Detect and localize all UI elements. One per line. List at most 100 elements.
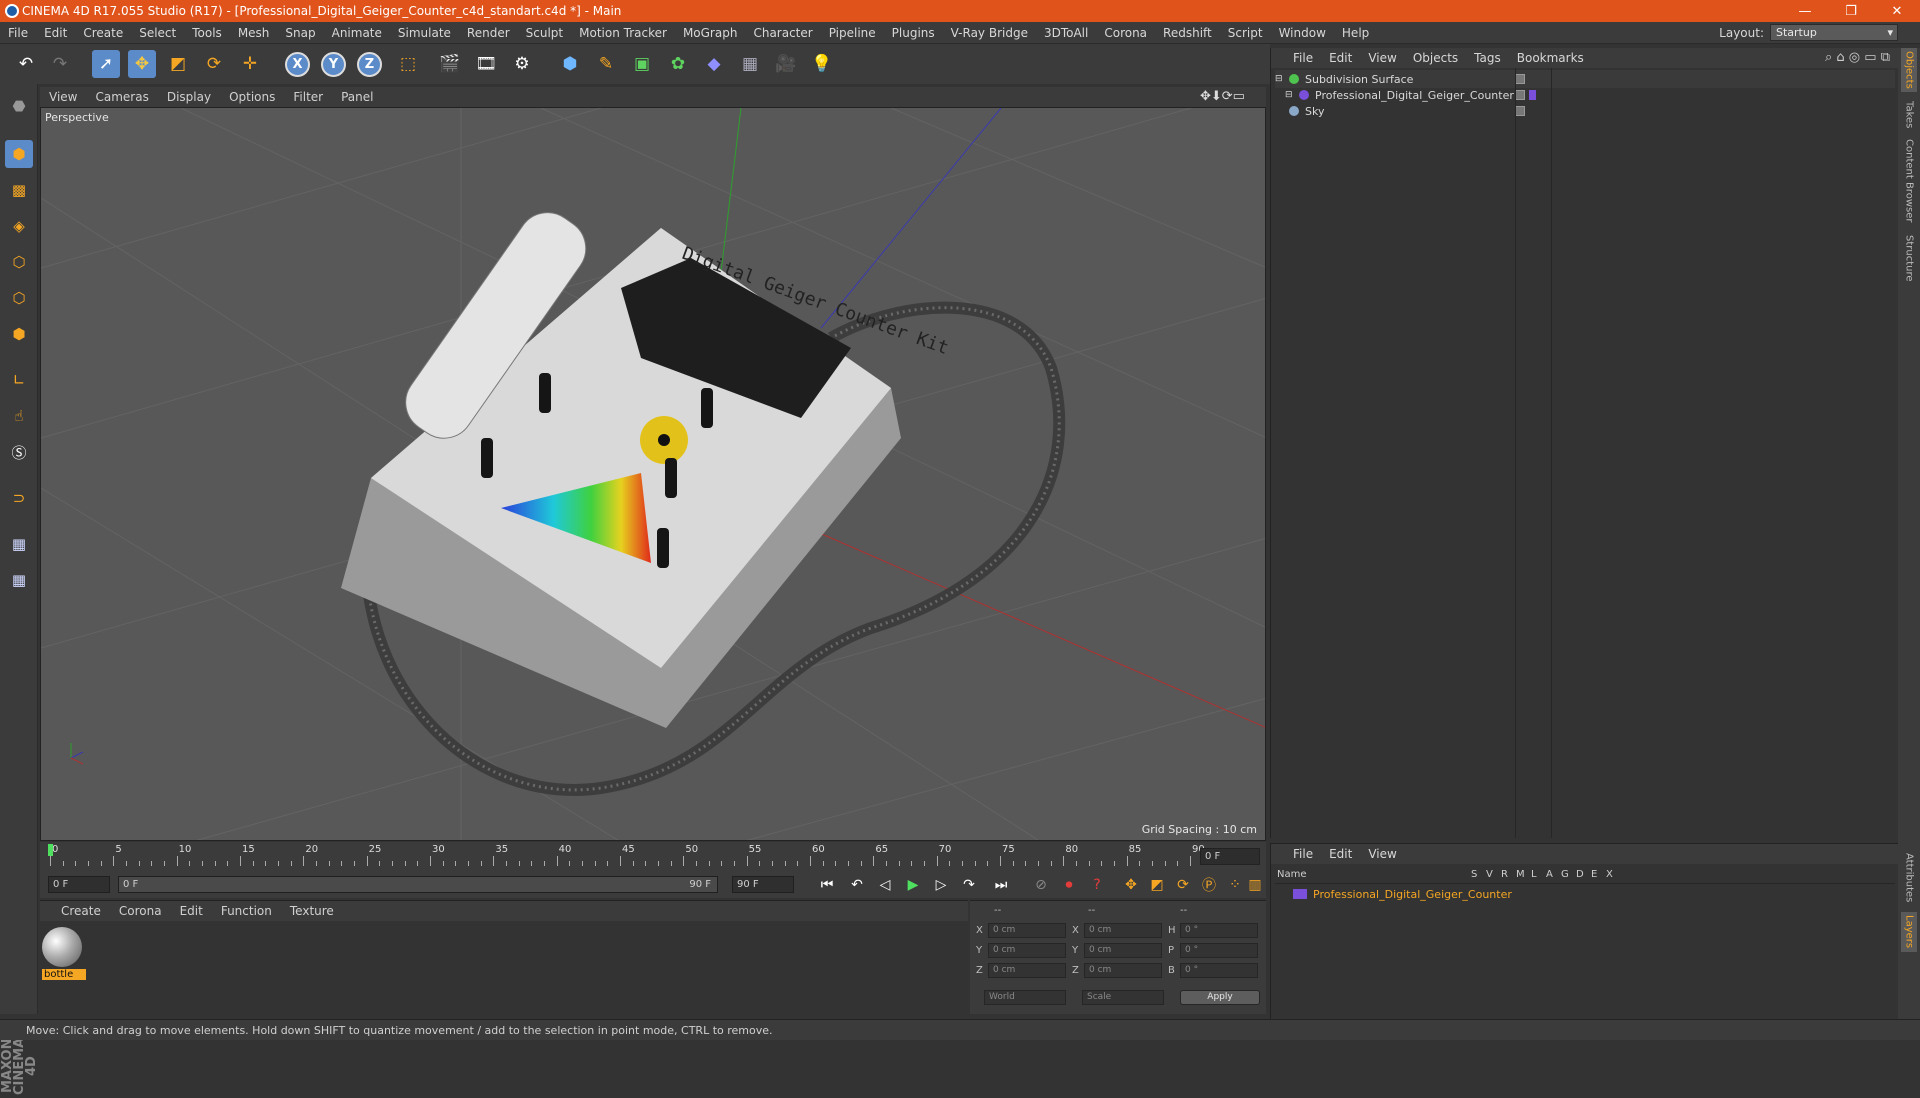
- current-frame-field[interactable]: 0 F: [1200, 848, 1260, 865]
- menu-help[interactable]: Help: [1334, 26, 1377, 40]
- object-menu-view[interactable]: View: [1360, 51, 1404, 65]
- move-tool-icon[interactable]: ✥: [128, 50, 156, 78]
- z-axis-lock-icon[interactable]: Z: [357, 52, 382, 77]
- menu-3dtoall[interactable]: 3DToAll: [1036, 26, 1096, 40]
- viewport-menu-panel[interactable]: Panel: [332, 90, 382, 104]
- menu-v-ray-bridge[interactable]: V-Ray Bridge: [943, 26, 1036, 40]
- workplane-lock-icon[interactable]: ▦: [5, 530, 33, 558]
- material-menu-corona[interactable]: Corona: [110, 904, 171, 918]
- tab-takes[interactable]: Takes: [1901, 98, 1917, 132]
- visibility-dots-icon[interactable]: [1515, 90, 1525, 100]
- object-menu-bookmarks[interactable]: Bookmarks: [1509, 51, 1592, 65]
- undo-icon[interactable]: ↶: [12, 50, 40, 78]
- apply-button[interactable]: Apply: [1180, 990, 1260, 1005]
- tab-structure[interactable]: Structure: [1901, 230, 1917, 286]
- expand-toggle-icon[interactable]: ⊟: [1275, 74, 1287, 84]
- viewport-menu-options[interactable]: Options: [220, 90, 284, 104]
- model-mode-icon[interactable]: ⬢: [5, 140, 33, 168]
- viewport-menu-view[interactable]: View: [40, 90, 86, 104]
- tab-content-browser[interactable]: Content Browser: [1901, 138, 1917, 224]
- menu-pipeline[interactable]: Pipeline: [821, 26, 884, 40]
- menu-corona[interactable]: Corona: [1096, 26, 1155, 40]
- expand-toggle-icon[interactable]: ⊟: [1285, 90, 1297, 100]
- size-z-field[interactable]: 0 cm: [1084, 963, 1162, 978]
- tweak-mode-icon[interactable]: ☝: [5, 402, 33, 430]
- material-menu-texture[interactable]: Texture: [281, 904, 343, 918]
- layout-dropdown[interactable]: Startup: [1770, 24, 1898, 41]
- keyframe-selection-icon[interactable]: ?: [1086, 874, 1108, 896]
- menu-script[interactable]: Script: [1220, 26, 1271, 40]
- rotation-key-icon[interactable]: ⟳: [1172, 874, 1194, 896]
- menu-motion-tracker[interactable]: Motion Tracker: [571, 26, 675, 40]
- edges-mode-icon[interactable]: ⬡: [5, 284, 33, 312]
- pos-x-field[interactable]: 0 cm: [988, 923, 1066, 938]
- make-editable-icon[interactable]: ⬣: [5, 92, 33, 120]
- coordinate-system-icon[interactable]: ⬚: [394, 50, 422, 78]
- menu-sculpt[interactable]: Sculpt: [518, 26, 571, 40]
- layer-color-swatch[interactable]: [1293, 889, 1307, 899]
- record-keys-icon[interactable]: ⊘: [1030, 874, 1052, 896]
- rotate-tool-icon[interactable]: ⟳: [200, 50, 228, 78]
- viewport-navigation-icons[interactable]: ✥⬇⟳▭: [1200, 89, 1245, 104]
- texture-mode-icon[interactable]: ▩: [5, 176, 33, 204]
- go-to-start-icon[interactable]: ⏮: [816, 874, 838, 896]
- object-menu-objects[interactable]: Objects: [1405, 51, 1466, 65]
- menu-mesh[interactable]: Mesh: [230, 26, 278, 40]
- autokey-icon[interactable]: ⏺: [1058, 874, 1080, 896]
- pla-key-icon[interactable]: ⁘: [1224, 874, 1246, 896]
- tab-layers[interactable]: Layers: [1901, 912, 1917, 952]
- rot-h-field[interactable]: 0 °: [1180, 923, 1258, 938]
- menu-mograph[interactable]: MoGraph: [675, 26, 746, 40]
- planar-workplane-icon[interactable]: ▦: [5, 566, 33, 594]
- next-key-icon[interactable]: ↷: [958, 874, 980, 896]
- render-to-picture-viewer-icon[interactable]: 🎞: [472, 50, 500, 78]
- viewport-menu-cameras[interactable]: Cameras: [86, 90, 157, 104]
- menu-render[interactable]: Render: [459, 26, 518, 40]
- frame-ruler[interactable]: 0 5 10 15 20 25 30 35 40 45 50 55 60 65 70 75 80 85 90: [48, 844, 1205, 868]
- start-frame-field[interactable]: 0 F: [48, 876, 110, 893]
- array-generator-icon[interactable]: ✿: [664, 50, 692, 78]
- play-icon[interactable]: ▶: [902, 874, 924, 896]
- preview-range-slider[interactable]: 0 F 90 F: [118, 876, 718, 893]
- timeline-ruler[interactable]: 0 5 10 15 20 25 30 35 40 45 50 55 60 65 70 75 80 85 90 0 F: [40, 842, 1266, 872]
- end-frame-field[interactable]: 90 F: [732, 876, 794, 893]
- material-menu-create[interactable]: Create: [52, 904, 110, 918]
- pen-spline-icon[interactable]: ✎: [592, 50, 620, 78]
- menu-character[interactable]: Character: [745, 26, 820, 40]
- render-view-icon[interactable]: 🎬: [436, 50, 464, 78]
- menu-create[interactable]: Create: [75, 26, 131, 40]
- rot-b-field[interactable]: 0 °: [1180, 963, 1258, 978]
- pos-y-field[interactable]: 0 cm: [988, 943, 1066, 958]
- magnet-icon[interactable]: ⊃: [5, 484, 33, 512]
- menu-edit[interactable]: Edit: [36, 26, 75, 40]
- light-icon[interactable]: 💡: [808, 50, 836, 78]
- menu-window[interactable]: Window: [1271, 26, 1334, 40]
- go-to-end-icon[interactable]: ⏭: [990, 874, 1012, 896]
- polygons-mode-icon[interactable]: ⬢: [5, 320, 33, 348]
- axis-mode-icon[interactable]: ∟: [5, 366, 33, 394]
- next-frame-icon[interactable]: ▷: [930, 874, 952, 896]
- camera-icon[interactable]: 🎥: [772, 50, 800, 78]
- pos-z-field[interactable]: 0 cm: [988, 963, 1066, 978]
- object-manager-search-icon[interactable]: ⌕ ⌂ ◎ ▭ ⧉: [1825, 50, 1890, 65]
- object-row[interactable]: Sky: [1275, 102, 1895, 120]
- parameter-key-icon[interactable]: Ⓟ: [1198, 874, 1220, 896]
- live-selection-icon[interactable]: ➚: [92, 50, 120, 78]
- size-x-field[interactable]: 0 cm: [1084, 923, 1162, 938]
- visibility-dots-icon[interactable]: [1515, 74, 1525, 84]
- previous-frame-icon[interactable]: ◁: [874, 874, 896, 896]
- minimize-button[interactable]: —: [1782, 0, 1828, 22]
- menu-animate[interactable]: Animate: [324, 26, 390, 40]
- workplane-mode-icon[interactable]: ◈: [5, 212, 33, 240]
- visibility-dots-icon[interactable]: [1515, 106, 1525, 116]
- scale-tool-icon[interactable]: ◩: [164, 50, 192, 78]
- object-menu-edit[interactable]: Edit: [1321, 51, 1360, 65]
- recent-tool-icon[interactable]: ✛: [236, 50, 264, 78]
- perspective-viewport[interactable]: Perspective Grid Spacing : 10 cm Digital…: [40, 107, 1266, 841]
- tab-objects[interactable]: Objects: [1901, 48, 1917, 92]
- previous-key-icon[interactable]: ↶: [846, 874, 868, 896]
- floor-environment-icon[interactable]: ▦: [736, 50, 764, 78]
- object-menu-file[interactable]: File: [1285, 51, 1321, 65]
- cube-object-icon[interactable]: ⬢: [556, 50, 584, 78]
- layer-row[interactable]: Professional_Digital_Geiger_Counter: [1275, 886, 1895, 902]
